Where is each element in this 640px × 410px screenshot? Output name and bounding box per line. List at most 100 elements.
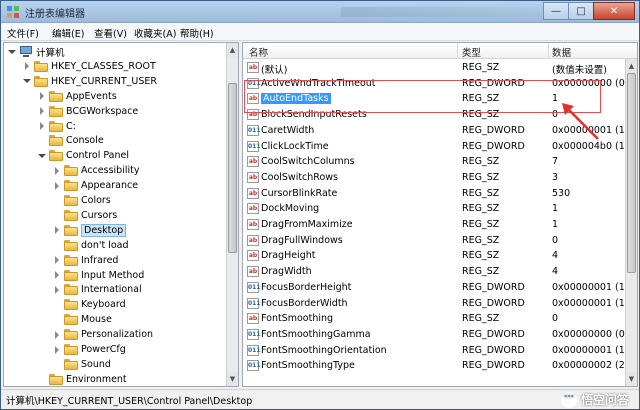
tree-item[interactable]: Desktop [53,223,127,238]
value-type: REG_SZ [462,156,500,168]
collapse-arrow-icon[interactable] [8,48,16,56]
value-name: (默认) [261,62,457,76]
tree-item[interactable]: Environment [38,372,127,386]
tree-item[interactable]: HKEY_CLASSES_ROOT [23,59,156,74]
expand-arrow-icon[interactable] [38,92,46,101]
tree-item[interactable]: International [53,282,142,297]
tree-item[interactable]: C: [38,119,76,134]
tree-item[interactable]: Cursors [53,208,117,223]
expand-arrow-icon[interactable] [38,107,46,116]
column-header-type[interactable]: 类型 [462,45,481,59]
value-row[interactable]: ab DragFromMaximize REG_SZ 1 [243,217,637,233]
expand-arrow-icon[interactable] [53,166,61,175]
scroll-down-icon[interactable]: ▼ [227,372,238,386]
tree-item[interactable]: Mouse [53,312,112,327]
scroll-thumb[interactable] [627,73,636,273]
registry-editor-window: 注册表编辑器 — □ ✕ 文件(F) 编辑(E) 查看(V) 收藏夹(A) 帮助(H) … [0,0,640,410]
value-row[interactable]: ab CoolSwitchColumns REG_SZ 7 [243,154,637,170]
value-row[interactable]: ab DragHeight REG_SZ 4 [243,248,637,264]
value-type: REG_SZ [462,266,500,278]
column-header-name[interactable]: 名称 [249,45,268,59]
registry-value-list[interactable]: 名称 类型 数据 ab (默认) REG_SZ (数值未设置) 011 ActiveWnd… [242,42,638,387]
tree-item[interactable]: Keyboard [53,297,126,312]
value-row[interactable]: ab CursorBlinkRate REG_SZ 530 [243,186,637,202]
value-name-text: DragFullWindows [261,234,343,246]
string-value-icon: ab [247,187,259,199]
column-header-data[interactable]: 数据 [552,45,571,59]
tree-scrollbar[interactable]: ▲ ▼ [226,43,238,386]
collapse-arrow-icon[interactable] [38,152,46,160]
menu-item[interactable]: 帮助(H) [180,26,214,40]
scroll-up-icon[interactable]: ▲ [626,59,637,73]
title-bar[interactable]: 注册表编辑器 — □ ✕ [1,1,639,23]
tree-item[interactable]: Input Method [53,268,144,283]
column-separator[interactable] [548,43,549,59]
menu-item[interactable]: 编辑(E) [52,26,84,40]
tree-item[interactable]: Personalization [53,327,153,342]
value-row[interactable]: 011 FontSmoothingType REG_DWORD 0x00000002 … [243,358,637,374]
expand-arrow-icon[interactable] [53,181,61,190]
tree-item-label: International [81,284,142,296]
column-separator[interactable] [457,43,458,59]
value-name-text: CaretWidth [261,124,315,136]
close-icon: ✕ [609,5,619,17]
value-row[interactable]: ab DockMoving REG_SZ 1 [243,201,637,217]
tree-item[interactable]: Appearance [53,178,138,193]
collapse-arrow-icon[interactable] [23,77,31,85]
tree-item[interactable]: Sound [53,357,111,372]
tree-item[interactable]: PowerCfg [53,342,126,357]
folder-icon [49,120,63,132]
folder-icon [49,90,63,102]
folder-icon [64,284,78,296]
expand-arrow-icon[interactable] [53,285,61,294]
tree-item[interactable]: Colors [53,193,111,208]
tree-item[interactable]: BCGWorkspace [38,104,138,119]
menu-item[interactable]: 查看(V) [94,26,127,40]
menu-item[interactable]: 文件(F) [7,26,39,40]
folder-icon [64,358,78,370]
value-row[interactable]: 011 FontSmoothingGamma REG_DWORD 0x00000000… [243,327,637,343]
value-name-text: (默认) [261,65,288,76]
menu-item[interactable]: 收藏夹(A) [134,26,176,40]
scroll-down-icon[interactable]: ▼ [626,372,637,386]
expand-arrow-icon[interactable] [23,62,31,71]
value-type: REG_SZ [462,62,500,73]
tree-item[interactable]: AppEvents [38,89,117,104]
value-name-text: FontSmoothing [261,313,334,325]
tree-item[interactable]: Console [38,133,104,148]
close-button[interactable]: ✕ [593,2,635,20]
menu-bar: 文件(F) 编辑(E) 查看(V) 收藏夹(A) 帮助(H) [1,23,639,41]
value-row[interactable]: 011 FontSmoothingOrientation REG_DWORD 0x00… [243,343,637,359]
tree-item[interactable]: Accessibility [53,163,139,178]
expand-arrow-icon[interactable] [53,256,61,265]
expand-arrow-icon[interactable] [53,345,61,354]
value-row[interactable]: ab DragFullWindows REG_SZ 0 [243,233,637,249]
maximize-button[interactable]: □ [568,2,594,20]
registry-key-tree[interactable]: 计算机 HKEY_CLASSES_ROOT HKEY_CURRENT_USER App… [3,42,239,387]
watermark-text: 悟空问答 [580,393,629,407]
list-scrollbar[interactable]: ▲ ▼ [625,59,637,386]
value-row[interactable]: ab DragWidth REG_SZ 4 [243,264,637,280]
tree-item[interactable]: HKEY_CURRENT_USER [23,74,157,89]
scroll-thumb[interactable] [228,83,237,253]
expand-arrow-icon[interactable] [53,271,61,279]
value-row[interactable]: ab (默认) REG_SZ (数值未设置) [243,60,637,76]
tree-item[interactable]: Control Panel [38,148,129,163]
tree-item[interactable]: don't load [53,238,129,253]
expand-arrow-icon[interactable] [38,122,46,130]
scroll-up-icon[interactable]: ▲ [227,43,238,57]
value-row[interactable]: ab CoolSwitchRows REG_SZ 3 [243,170,637,186]
tree-item-label: Console [66,135,104,147]
value-row[interactable]: 011 FocusBorderHeight REG_DWORD 0x00000001 … [243,280,637,296]
minimize-button[interactable]: — [543,2,569,20]
tree-item[interactable]: Infrared [53,253,118,268]
value-row[interactable]: 011 FocusBorderWidth REG_DWORD 0x00000001 (… [243,296,637,312]
string-value-icon: ab [247,62,259,73]
value-row[interactable]: ab FontSmoothing REG_SZ 0 [243,311,637,327]
tree-item[interactable]: 计算机 [8,44,65,59]
expand-arrow-icon[interactable] [53,226,61,235]
expand-arrow-icon[interactable] [53,330,61,339]
tree-item-label: Sound [81,358,111,370]
string-value-icon: ab [247,234,259,246]
list-header: 名称 类型 数据 [243,43,637,59]
